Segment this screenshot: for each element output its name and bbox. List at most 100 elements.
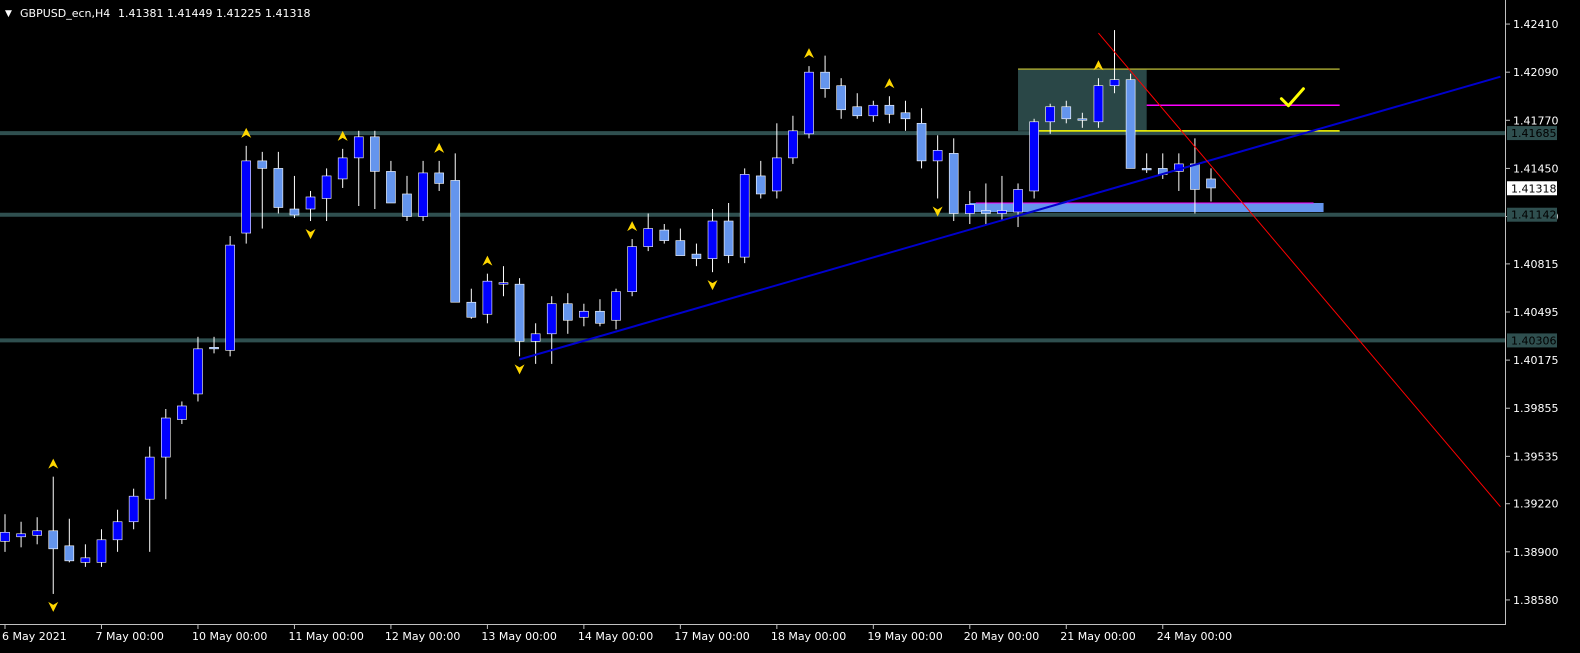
chart-background bbox=[0, 0, 1580, 653]
bull-candle-body bbox=[643, 228, 654, 247]
bear-candle-body bbox=[514, 283, 525, 342]
candle[interactable] bbox=[1029, 118, 1039, 199]
bull-candle-body bbox=[1093, 85, 1104, 123]
bear-candle-body bbox=[289, 208, 300, 216]
bear-candle-body bbox=[450, 180, 461, 303]
bear-candle-body bbox=[691, 253, 702, 259]
ohlc-readout: 1.41381 1.41449 1.41225 1.41318 bbox=[118, 7, 310, 20]
bull-candle-body bbox=[418, 172, 428, 217]
bear-candle-body bbox=[402, 193, 412, 217]
time-tick-label: 11 May 00:00 bbox=[288, 630, 363, 643]
bear-candle-body bbox=[675, 240, 686, 256]
bull-candle-body bbox=[530, 333, 541, 342]
bull-candle-body bbox=[241, 160, 251, 234]
bear-candle-body bbox=[1190, 163, 1200, 190]
bull-candle-body bbox=[482, 280, 493, 315]
price-tick-label: 1.39535 bbox=[1513, 450, 1559, 463]
bull-candle-body bbox=[128, 495, 139, 523]
bear-candle-body bbox=[884, 104, 895, 115]
bull-candle-body bbox=[16, 533, 26, 538]
bear-candle-body bbox=[595, 310, 605, 324]
bear-candle-body bbox=[1061, 106, 1072, 120]
bear-candle-body bbox=[370, 136, 380, 172]
price-tick-label: 1.40175 bbox=[1513, 354, 1559, 367]
price-tick-label: 1.38900 bbox=[1513, 546, 1559, 559]
bull-candle-body bbox=[80, 557, 91, 563]
time-tick-label: 20 May 00:00 bbox=[964, 630, 1039, 643]
bear-candle-body bbox=[981, 210, 991, 214]
bull-candle-body bbox=[627, 246, 637, 293]
time-tick-label: 13 May 00:00 bbox=[481, 630, 556, 643]
price-tick-label: 1.39220 bbox=[1513, 498, 1559, 511]
bear-candle-body bbox=[257, 160, 268, 169]
time-tick-label: 17 May 00:00 bbox=[674, 630, 749, 643]
bull-candle-body bbox=[337, 157, 348, 180]
bull-candle-body bbox=[804, 71, 814, 135]
bull-candle-body bbox=[96, 539, 107, 563]
bull-candle-body bbox=[1109, 79, 1120, 87]
time-tick-label: 14 May 00:00 bbox=[578, 630, 653, 643]
price-tick-label: 1.40815 bbox=[1513, 258, 1559, 271]
price-tick-label: 1.42090 bbox=[1513, 66, 1559, 79]
support-band[interactable] bbox=[969, 202, 1324, 213]
candle[interactable] bbox=[225, 236, 235, 357]
price-chart[interactable]: 1.424101.420901.417701.414501.411301.408… bbox=[0, 0, 1580, 653]
bull-candle-body bbox=[1045, 106, 1055, 123]
bear-candle-body bbox=[836, 85, 846, 111]
bear-candle-body bbox=[948, 153, 959, 214]
bull-candle-body bbox=[932, 150, 943, 162]
bull-candle-body bbox=[225, 244, 235, 351]
candle[interactable] bbox=[627, 239, 637, 297]
bull-candle-body bbox=[321, 175, 332, 199]
level-price-tag-label: 1.41142 bbox=[1511, 209, 1557, 222]
bull-candle-body bbox=[193, 348, 203, 395]
bear-candle-body bbox=[1077, 118, 1088, 121]
price-tick-label: 1.42410 bbox=[1513, 18, 1559, 31]
current-price-tag-label: 1.41318 bbox=[1511, 182, 1557, 195]
bear-candle-body bbox=[273, 168, 284, 208]
bear-candle-body bbox=[659, 229, 670, 241]
bear-candle-body bbox=[466, 301, 477, 318]
bear-candle-body bbox=[1141, 168, 1152, 171]
bull-candle-body bbox=[868, 104, 879, 117]
bear-candle-body bbox=[562, 303, 573, 321]
candle[interactable] bbox=[804, 66, 814, 139]
bear-candle-body bbox=[755, 175, 766, 195]
symbol-timeframe-label: GBPUSD_ecn,H4 bbox=[20, 7, 110, 20]
time-tick-label: 6 May 2021 bbox=[2, 630, 67, 643]
bear-candle-body bbox=[386, 171, 396, 204]
candle[interactable] bbox=[1125, 73, 1136, 169]
bull-candle-body bbox=[112, 521, 123, 541]
price-tick-label: 1.38580 bbox=[1513, 594, 1559, 607]
level-price-tag-label: 1.40306 bbox=[1511, 334, 1557, 347]
bull-candle-body bbox=[579, 310, 589, 318]
bear-candle-body bbox=[916, 122, 927, 162]
time-tick-label: 24 May 00:00 bbox=[1157, 630, 1232, 643]
level-price-tag-label: 1.41685 bbox=[1511, 127, 1557, 140]
bear-candle-body bbox=[1206, 178, 1216, 189]
bear-candle-body bbox=[209, 347, 219, 350]
bull-candle-body bbox=[144, 456, 155, 500]
bull-candle-body bbox=[997, 210, 1007, 214]
bull-candle-body bbox=[788, 130, 798, 159]
time-tick-label: 19 May 00:00 bbox=[867, 630, 942, 643]
bear-candle-body bbox=[723, 220, 734, 256]
bull-candle-body bbox=[611, 291, 621, 321]
bull-candle-body bbox=[498, 282, 509, 285]
bear-candle-body bbox=[852, 106, 863, 117]
bull-candle-body bbox=[772, 157, 782, 192]
bull-candle-body bbox=[161, 417, 171, 458]
candle[interactable] bbox=[739, 168, 750, 264]
bull-candle-body bbox=[1013, 189, 1023, 213]
time-tick-label: 12 May 00:00 bbox=[385, 630, 460, 643]
symbol-dropdown-icon[interactable]: ▼ bbox=[5, 9, 12, 19]
bull-candle-body bbox=[305, 196, 316, 210]
bear-candle-body bbox=[64, 545, 75, 562]
time-tick-label: 10 May 00:00 bbox=[192, 630, 267, 643]
bull-candle-body bbox=[353, 136, 364, 159]
price-tick-label: 1.40495 bbox=[1513, 306, 1559, 319]
price-tick-label: 1.41770 bbox=[1513, 114, 1559, 127]
candle[interactable] bbox=[1093, 78, 1104, 128]
time-tick-label: 18 May 00:00 bbox=[771, 630, 846, 643]
time-tick-label: 21 May 00:00 bbox=[1060, 630, 1135, 643]
